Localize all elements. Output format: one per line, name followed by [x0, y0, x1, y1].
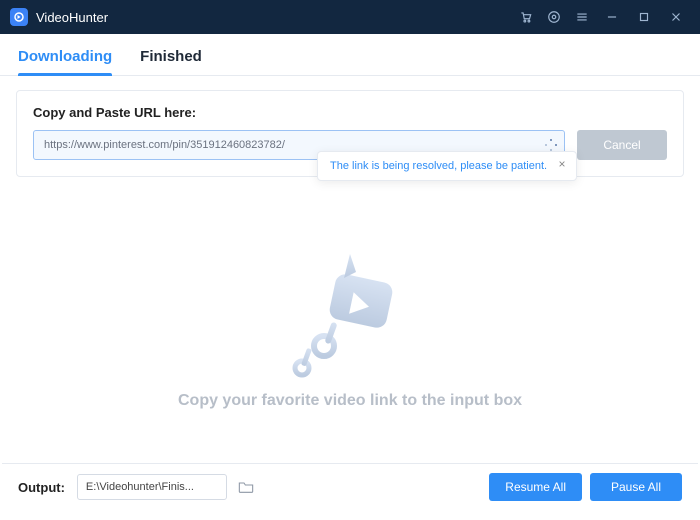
titlebar: VideoHunter	[0, 0, 700, 34]
open-folder-icon[interactable]	[235, 476, 257, 498]
empty-illustration-icon	[280, 250, 420, 380]
url-card: Copy and Paste URL here: Cancel The link…	[16, 90, 684, 177]
app-title: VideoHunter	[36, 10, 108, 25]
cancel-button[interactable]: Cancel	[577, 130, 667, 160]
resolving-tooltip: The link is being resolved, please be pa…	[317, 151, 577, 181]
output-label: Output:	[18, 480, 65, 495]
loading-spinner-icon	[545, 139, 557, 151]
app-window: VideoHunter Downloading Finished Copy an…	[0, 0, 700, 520]
tab-downloading[interactable]: Downloading	[18, 48, 112, 75]
tab-finished[interactable]: Finished	[140, 48, 202, 75]
footer: Output: E:\Videohunter\Finis... Resume A…	[0, 464, 700, 520]
tabs: Downloading Finished	[0, 34, 700, 76]
resume-all-button[interactable]: Resume All	[489, 473, 582, 501]
minimize-icon[interactable]	[598, 5, 626, 29]
maximize-icon[interactable]	[630, 5, 658, 29]
app-logo-icon	[10, 8, 28, 26]
url-label: Copy and Paste URL here:	[33, 105, 667, 120]
close-icon[interactable]	[662, 5, 690, 29]
output-path[interactable]: E:\Videohunter\Finis...	[77, 474, 227, 500]
empty-text: Copy your favorite video link to the inp…	[178, 392, 522, 410]
tooltip-close-icon[interactable]: ×	[556, 158, 568, 170]
cart-icon[interactable]	[514, 5, 538, 29]
tooltip-text: The link is being resolved, please be pa…	[330, 160, 547, 172]
settings-icon[interactable]	[542, 5, 566, 29]
empty-state: Copy your favorite video link to the inp…	[0, 177, 700, 463]
pause-all-button[interactable]: Pause All	[590, 473, 682, 501]
menu-icon[interactable]	[570, 5, 594, 29]
